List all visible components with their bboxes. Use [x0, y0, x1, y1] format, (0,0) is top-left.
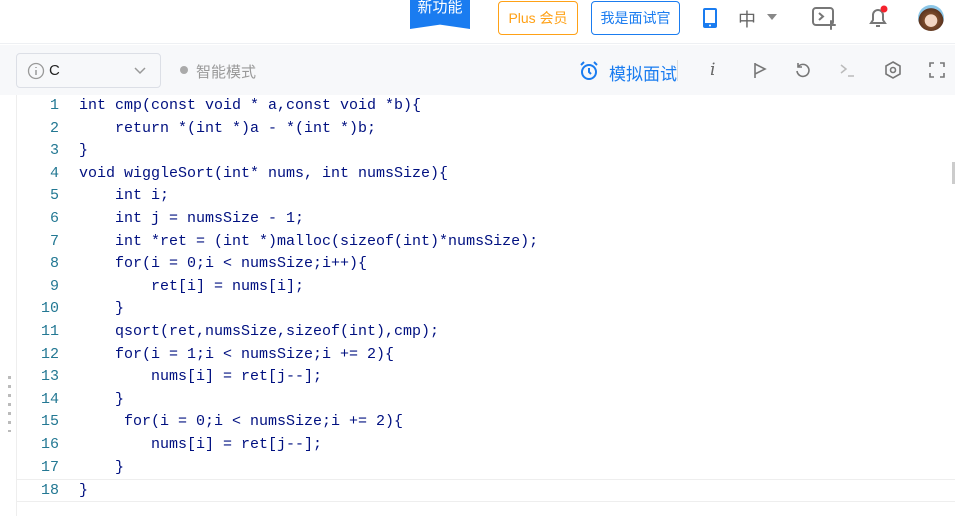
- language-switch[interactable]: 中: [738, 6, 756, 32]
- code-text: for(i = 0;i < numsSize;i++){: [79, 255, 368, 273]
- line-number: 16: [40, 436, 59, 453]
- line-number: 9: [49, 277, 59, 295]
- line-number: 13: [40, 368, 59, 386]
- fullscreen-icon[interactable]: [928, 61, 946, 79]
- line-number: 8: [49, 255, 59, 273]
- chevron-down-icon[interactable]: [767, 14, 777, 20]
- line-number: 14: [40, 390, 59, 408]
- code-text: return *(int *)a - *(int *)b;: [79, 119, 377, 137]
- editor-toolbar: C 智能模式 模拟面试 i: [0, 45, 955, 95]
- smart-mode-toggle[interactable]: 智能模式: [196, 61, 256, 82]
- code-text: int *ret = (int *)malloc(sizeof(int)*num…: [79, 232, 539, 250]
- alarm-clock-icon[interactable]: [578, 60, 600, 82]
- code-line[interactable]: 12 for(i = 1;i < numsSize;i += 2){: [17, 344, 955, 367]
- code-text: void wiggleSort(int* nums, int numsSize)…: [79, 164, 449, 182]
- line-number: 2: [49, 119, 59, 137]
- code-line[interactable]: 1 int cmp(const void * a,const void *b){: [17, 95, 955, 118]
- code-text: for(i = 1;i < numsSize;i += 2){: [79, 345, 395, 363]
- code-text: }: [79, 142, 89, 160]
- line-number: 17: [40, 458, 59, 476]
- console-icon[interactable]: [838, 62, 858, 78]
- chevron-down-icon: [133, 66, 147, 76]
- code-text: nums[i] = ret[j--];: [79, 436, 323, 453]
- code-line[interactable]: 10 }: [17, 298, 955, 321]
- code-line[interactable]: 2 return *(int *)a - *(int *)b;: [17, 118, 955, 141]
- run-flag-icon[interactable]: [752, 61, 768, 79]
- line-number: 7: [49, 232, 59, 250]
- code-line[interactable]: 18}: [17, 479, 955, 502]
- interviewer-button[interactable]: 我是面试官: [591, 1, 680, 35]
- code-line[interactable]: 13 nums[i] = ret[j--];: [17, 366, 955, 389]
- settings-icon[interactable]: [883, 60, 903, 80]
- code-text: }: [79, 482, 89, 500]
- top-bar: 新功能 Plus 会员 我是面试官 中: [0, 0, 955, 44]
- line-number: 11: [40, 323, 59, 340]
- new-feature-badge[interactable]: 新功能: [410, 0, 470, 29]
- notification-bell-icon[interactable]: [866, 5, 890, 29]
- line-number: 6: [49, 210, 59, 227]
- info-i-icon[interactable]: i: [710, 60, 715, 80]
- code-line[interactable]: 9 ret[i] = nums[i];: [17, 276, 955, 299]
- code-line[interactable]: 11 qsort(ret,numsSize,sizeof(int),cmp);: [17, 321, 955, 344]
- code-text: }: [79, 390, 125, 408]
- code-text: int j = numsSize - 1;: [79, 210, 305, 227]
- info-icon: [27, 62, 45, 80]
- line-number: 10: [40, 300, 59, 318]
- smart-mode-indicator: [180, 66, 188, 74]
- code-line[interactable]: 15 for(i = 0;i < numsSize;i += 2){: [17, 411, 955, 434]
- code-line[interactable]: 3}: [17, 140, 955, 163]
- code-line[interactable]: 6 int j = numsSize - 1;: [17, 208, 955, 231]
- line-number: 5: [49, 187, 59, 205]
- code-editor[interactable]: 1 int cmp(const void * a,const void *b){ 2…: [16, 95, 955, 516]
- mock-interview-button[interactable]: 模拟面试: [609, 60, 677, 85]
- code-text: int cmp(const void * a,const void *b){: [79, 97, 422, 114]
- line-number: 3: [49, 142, 59, 160]
- code-line[interactable]: 17 }: [17, 457, 955, 480]
- code-line[interactable]: 5 int i;: [17, 185, 955, 208]
- line-number: 12: [40, 345, 59, 363]
- plus-member-button[interactable]: Plus 会员: [498, 1, 578, 35]
- line-number: 18: [40, 482, 59, 500]
- code-text: }: [79, 458, 125, 476]
- code-line[interactable]: 8 for(i = 0;i < numsSize;i++){: [17, 253, 955, 276]
- code-line[interactable]: 7 int *ret = (int *)malloc(sizeof(int)*n…: [17, 231, 955, 254]
- line-number: 4: [49, 164, 59, 182]
- reset-icon[interactable]: [794, 61, 812, 79]
- code-text: ret[i] = nums[i];: [79, 277, 305, 295]
- divider: [677, 60, 678, 81]
- code-text: int i;: [79, 187, 170, 205]
- language-select[interactable]: C: [16, 53, 161, 88]
- code-line[interactable]: 4 void wiggleSort(int* nums, int numsSize…: [17, 163, 955, 186]
- code-line[interactable]: 14 }: [17, 389, 955, 412]
- line-number: 1: [49, 97, 59, 114]
- line-number: 15: [40, 413, 59, 431]
- mobile-icon[interactable]: [702, 7, 718, 29]
- code-text: for(i = 0;i < numsSize;i += 2){: [79, 413, 404, 431]
- code-text: qsort(ret,numsSize,sizeof(int),cmp);: [79, 323, 440, 340]
- code-text: nums[i] = ret[j--];: [79, 368, 323, 386]
- code-text: }: [79, 300, 125, 318]
- code-line[interactable]: 16 nums[i] = ret[j--];: [17, 434, 955, 457]
- code-playground-icon[interactable]: [811, 6, 837, 30]
- language-select-value: C: [49, 62, 60, 79]
- resize-handle[interactable]: [8, 376, 11, 432]
- avatar[interactable]: [918, 5, 944, 31]
